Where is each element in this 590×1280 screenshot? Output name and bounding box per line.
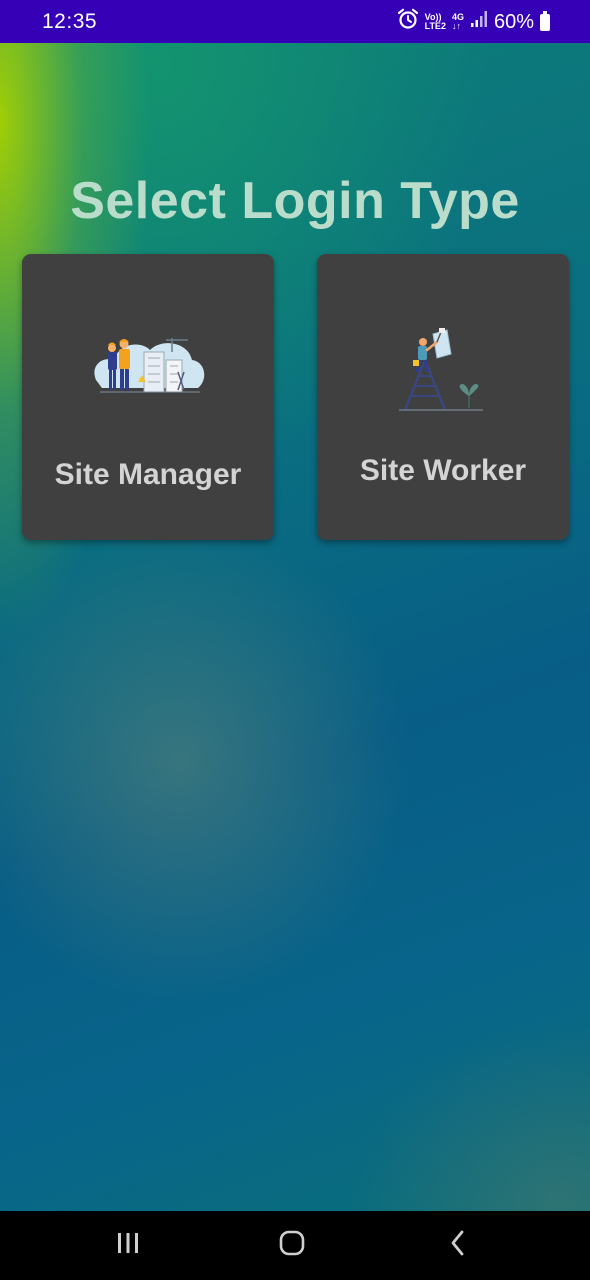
status-time: 12:35 (42, 10, 98, 33)
ladder-worker-illustration (387, 324, 487, 414)
alarm-icon (397, 8, 419, 36)
page-title: Select Login Type (70, 172, 520, 230)
back-icon (448, 1229, 468, 1262)
data-arrows-icon: ↓↑ (451, 21, 461, 31)
data-indicator: 4G ↓↑ (452, 13, 464, 31)
back-button[interactable] (418, 1211, 498, 1280)
recent-apps-button[interactable] (88, 1211, 168, 1280)
navigation-bar (0, 1211, 590, 1280)
site-worker-card[interactable]: Site Worker (317, 254, 569, 540)
site-worker-label: Site Worker (359, 454, 527, 487)
site-manager-card[interactable]: Site Manager (22, 254, 274, 540)
site-manager-label: Site Manager (54, 458, 242, 491)
home-button[interactable] (252, 1211, 332, 1280)
status-bar: 12:35 Vo)) LTE2 4G ↓↑ 60% (0, 0, 590, 43)
battery-icon (540, 10, 550, 31)
battery-label: 60% (493, 10, 534, 33)
construction-workers-illustration (88, 332, 208, 402)
home-icon (278, 1229, 306, 1262)
lte-label: LTE2 (424, 21, 446, 31)
recent-apps-icon (115, 1230, 141, 1261)
status-icons: Vo)) LTE2 4G ↓↑ 60% (397, 8, 550, 36)
network-indicator: Vo)) LTE2 (425, 13, 446, 31)
signal-icon (470, 10, 488, 34)
app-background: Select Login Type Site Manager Site Work… (0, 43, 590, 1211)
